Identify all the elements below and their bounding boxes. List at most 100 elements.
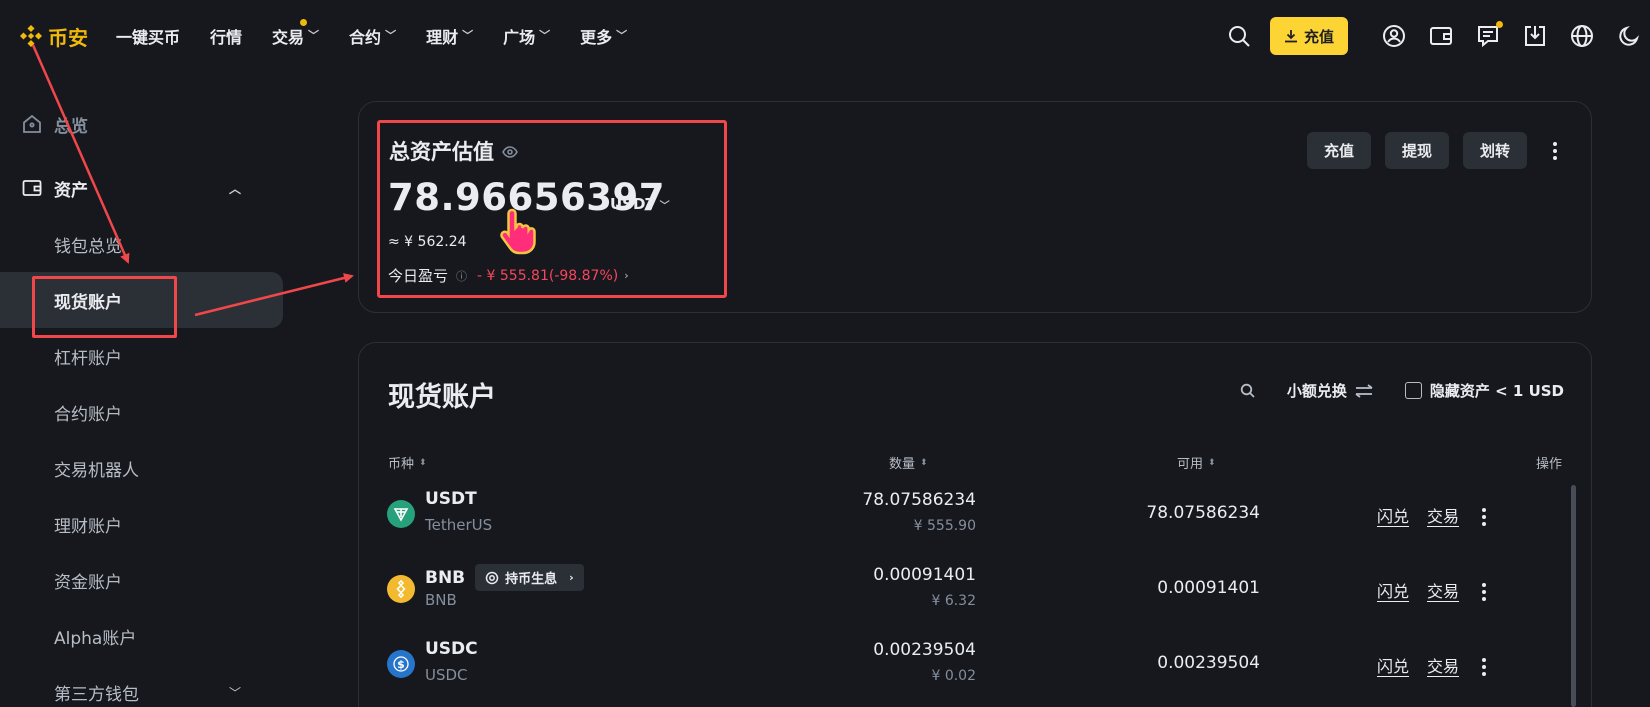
- trade-link[interactable]: 交易: [1427, 653, 1459, 677]
- notification-dot: [1496, 21, 1503, 28]
- deposit-button[interactable]: 充值: [1269, 17, 1348, 55]
- top-nav-bar: 币安 一键买币 行情 交易 ﹀ 合约 ﹀ 理财 ﹀ 广场 ﹀ 更多 ﹀ 充值: [0, 0, 1650, 72]
- sidebar-item-assets[interactable]: 资产 ︿: [0, 160, 285, 216]
- scrollbar[interactable]: [1571, 485, 1576, 707]
- column-header-available[interactable]: 可用 ⬍: [1177, 453, 1216, 472]
- nav-buy-crypto[interactable]: 一键买币: [116, 24, 180, 48]
- search-icon[interactable]: [1240, 383, 1255, 398]
- sidebar-item-third-party-wallet[interactable]: 第三方钱包 ﹀: [0, 664, 285, 707]
- hide-small-assets-label[interactable]: 隐藏资产 < 1 USD: [1430, 380, 1564, 401]
- sidebar-item-trading-bots[interactable]: 交易机器人: [0, 440, 285, 496]
- notification-dot: [300, 19, 308, 26]
- sidebar-item-label: 合约账户: [54, 404, 122, 425]
- table-row[interactable]: BNB 持币生息 › BNB 0.00091401 ¥ 6.32 0.00091…: [359, 553, 1593, 628]
- user-icon[interactable]: [1381, 23, 1407, 49]
- chevron-down-icon: ﹀: [308, 29, 320, 42]
- nav-more[interactable]: 更多 ﹀: [580, 24, 627, 48]
- coin-symbol: BNB 持币生息 ›: [425, 564, 584, 591]
- download-app-icon[interactable]: [1522, 23, 1548, 49]
- sidebar-item-wallet-overview[interactable]: 钱包总览: [0, 216, 285, 272]
- more-options-icon[interactable]: [1482, 506, 1486, 527]
- coin-amount-cny: ¥ 555.90: [913, 518, 976, 534]
- coin-full-name: USDC: [425, 666, 468, 684]
- column-header-action: 操作: [1536, 453, 1562, 472]
- convert-link[interactable]: 闪兑: [1377, 578, 1409, 602]
- globe-icon[interactable]: [1569, 23, 1595, 49]
- bnb-coin-icon: [387, 575, 415, 603]
- coin-symbol: USDT: [425, 489, 477, 509]
- balance-actions: 充值 提现 划转: [1293, 132, 1565, 169]
- wallet-icon[interactable]: [1428, 23, 1454, 49]
- sidebar-item-label: 资金账户: [54, 572, 122, 593]
- sidebar-item-label: 钱包总览: [54, 236, 122, 257]
- sidebar-item-alpha-account[interactable]: Alpha账户: [0, 608, 285, 664]
- nav-futures[interactable]: 合约 ﹀: [349, 24, 396, 48]
- sidebar: 总览 资产 ︿ 钱包总览 现货账户 杠杆账户 合约账户 交易机器人 理财账户 资…: [0, 96, 285, 707]
- coin-full-name: TetherUS: [425, 516, 493, 534]
- coin-available: 0.00239504: [1157, 653, 1260, 673]
- top-right-toolbar: 充值: [1205, 0, 1650, 72]
- trade-link[interactable]: 交易: [1427, 578, 1459, 602]
- usdt-coin-icon: [387, 500, 415, 528]
- chevron-up-icon[interactable]: ︿: [229, 180, 241, 197]
- coin-available: 0.00091401: [1157, 578, 1260, 598]
- binance-logo[interactable]: 币安: [20, 22, 88, 51]
- nav-earn[interactable]: 理财 ﹀: [426, 24, 473, 48]
- usdc-coin-icon: $: [387, 650, 415, 678]
- section-title: 现货账户: [388, 382, 496, 413]
- nav-label: 行情: [210, 28, 243, 47]
- sidebar-item-overview[interactable]: 总览: [0, 96, 285, 152]
- more-options-icon[interactable]: [1482, 656, 1486, 677]
- chevron-down-icon: ﹀: [462, 29, 474, 42]
- message-icon[interactable]: [1475, 21, 1503, 49]
- nav-label: 合约: [349, 28, 382, 47]
- deposit-action-button[interactable]: 充值: [1306, 132, 1371, 169]
- nav-label: 更多: [580, 28, 613, 47]
- table-row[interactable]: USDT TetherUS 78.07586234 ¥ 555.90 78.07…: [359, 478, 1593, 553]
- more-options-icon[interactable]: [1482, 581, 1486, 602]
- coin-amount: 0.00091401: [873, 565, 976, 585]
- chevron-down-icon: ﹀: [616, 29, 628, 42]
- sidebar-item-earn-account[interactable]: 理财账户: [0, 496, 285, 552]
- trade-link[interactable]: 交易: [1427, 503, 1459, 527]
- column-header-amount[interactable]: 数量 ⬍: [889, 453, 928, 472]
- home-icon: [22, 114, 42, 134]
- nav-trade[interactable]: 交易 ﹀: [272, 19, 320, 48]
- annotation-highlight-box: [377, 120, 727, 298]
- withdraw-button[interactable]: 提现: [1384, 132, 1449, 169]
- sort-icon: ⬍: [920, 457, 928, 468]
- nav-label: 广场: [503, 28, 536, 47]
- convert-small-balance-button[interactable]: 小额兑换: [1287, 380, 1373, 401]
- moon-icon[interactable]: [1616, 23, 1642, 49]
- sidebar-item-funding-account[interactable]: 资金账户: [0, 552, 285, 608]
- transfer-button[interactable]: 划转: [1462, 132, 1527, 169]
- sidebar-item-label: 资产: [54, 180, 88, 201]
- hodl-earn-tag[interactable]: 持币生息 ›: [475, 564, 584, 591]
- coin-amount: 78.07586234: [862, 490, 976, 510]
- nav-markets[interactable]: 行情: [210, 24, 242, 48]
- chevron-down-icon[interactable]: ﹀: [229, 684, 241, 701]
- sidebar-item-label: Alpha账户: [54, 628, 137, 649]
- nav-square[interactable]: 广场 ﹀: [503, 24, 550, 48]
- search-icon[interactable]: [1226, 23, 1252, 49]
- convert-link[interactable]: 闪兑: [1377, 653, 1409, 677]
- hand-cursor-icon: [500, 208, 536, 255]
- nav-label: 交易: [272, 28, 305, 47]
- download-icon: [1284, 30, 1297, 43]
- sidebar-item-label: 第三方钱包: [54, 684, 139, 705]
- hide-small-assets-checkbox[interactable]: [1404, 382, 1422, 399]
- column-label: 可用: [1177, 457, 1204, 472]
- more-options-icon[interactable]: [1545, 140, 1565, 161]
- chevron-right-icon: ›: [569, 571, 574, 584]
- coin-full-name: BNB: [425, 591, 457, 609]
- convert-link[interactable]: 闪兑: [1377, 503, 1409, 527]
- table-row[interactable]: $ USDC USDC 0.00239504 ¥ 0.02 0.00239504…: [359, 628, 1593, 703]
- column-header-coin[interactable]: 币种 ⬍: [388, 453, 427, 472]
- column-label: 币种: [388, 457, 415, 472]
- column-label: 数量: [889, 457, 916, 472]
- nav-label: 一键买币: [116, 28, 181, 47]
- sidebar-item-futures-account[interactable]: 合约账户: [0, 384, 285, 440]
- nav-label: 理财: [426, 28, 459, 47]
- svg-text:$: $: [397, 658, 405, 671]
- sort-icon: ⬍: [419, 457, 427, 468]
